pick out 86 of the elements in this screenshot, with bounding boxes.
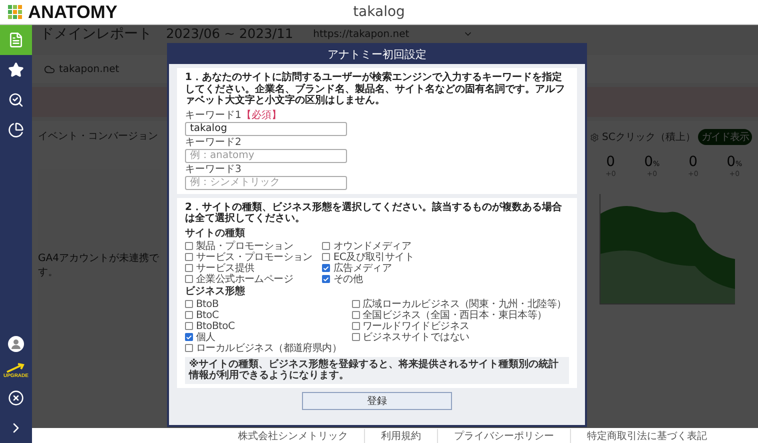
footer-link[interactable]: プライバシーポリシー: [437, 428, 570, 442]
group-title: サイトの種類: [185, 228, 246, 240]
checkbox[interactable]: [185, 311, 193, 319]
checkbox-option[interactable]: 製品・プロモーション: [185, 240, 312, 252]
option-label: 製品・プロモーション: [196, 240, 294, 252]
search-icon: [8, 92, 24, 108]
field-label: キーワード1【必須】: [185, 110, 282, 120]
checkbox[interactable]: [185, 242, 193, 250]
checkbox-option[interactable]: ローカルビジネス（都道府県内）: [185, 342, 342, 354]
close-icon[interactable]: [8, 390, 24, 406]
footer-link[interactable]: 特定商取引法に基づく表記: [570, 428, 723, 442]
option-label: ワールドワイドビジネス: [362, 320, 470, 332]
checkbox-option[interactable]: 個人: [185, 332, 342, 342]
checkbox-option[interactable]: ワールドワイドビジネス: [352, 320, 569, 332]
checkbox-option[interactable]: BtoB: [185, 298, 342, 310]
checkbox-option[interactable]: BtoC: [185, 310, 342, 320]
checkbox[interactable]: [352, 311, 360, 319]
checkbox-option[interactable]: BtoBtoC: [185, 320, 342, 332]
option-label: サービス・プロモーション: [196, 250, 312, 263]
checkbox-option[interactable]: EC及び取引サイト: [322, 252, 569, 262]
checkbox[interactable]: [185, 322, 193, 330]
document-icon: [8, 32, 24, 48]
checkbox[interactable]: [322, 242, 330, 250]
checkbox-option[interactable]: サービス・プロモーション: [185, 252, 312, 262]
logo-text: ANATOMY: [28, 2, 118, 22]
footer-link[interactable]: 利用規約: [364, 428, 437, 442]
keyword-field[interactable]: 例：シンメトリック: [185, 176, 347, 190]
option-label: 全国ビジネス（全国・西日本・東日本等）: [362, 309, 547, 321]
checkbox-option[interactable]: 企業公式ホームページ: [185, 274, 312, 284]
pie-chart-icon: [8, 122, 24, 138]
stat-value: 0: [688, 153, 698, 170]
keyword-field[interactable]: 例：anatomy: [185, 148, 347, 162]
date-range: 2023/06 ~ 2023/11: [166, 26, 294, 42]
info-note: ※サイトの種類、ビジネス形態を登録すると、将来提供されるサイト種類別の統計情報が利用できるようになります。: [185, 356, 569, 384]
checkbox[interactable]: [352, 333, 360, 341]
stat-value: 0: [606, 153, 616, 170]
option-label: 企業公式ホームページ: [196, 272, 294, 286]
site-name: takapon.net: [59, 64, 120, 74]
checkbox-option[interactable]: サービス提供: [185, 262, 312, 274]
checkbox[interactable]: [322, 264, 330, 272]
checkbox[interactable]: [185, 344, 193, 352]
keyword-field[interactable]: takalog: [185, 122, 347, 136]
option-label: 個人: [196, 331, 216, 344]
app-title: takalog: [353, 4, 405, 20]
register-button[interactable]: 登録: [302, 392, 452, 410]
checkbox-option[interactable]: 広告メディア: [322, 262, 569, 274]
field-label: キーワード2: [185, 136, 242, 148]
avatar-icon[interactable]: [8, 336, 24, 352]
checkbox[interactable]: [185, 253, 193, 261]
option-label: BtoB: [196, 298, 219, 310]
option-label: オウンドメディア: [333, 240, 412, 252]
option-label: EC及び取引サイト: [333, 251, 414, 263]
dialog-title: アナトミー初回設定: [169, 45, 585, 64]
option-label: サービス提供: [196, 262, 254, 274]
option-label: BtoC: [196, 310, 219, 320]
checkbox[interactable]: [322, 253, 330, 261]
group-title: ビジネス形態: [185, 286, 246, 298]
option-label: 広告メディア: [333, 262, 392, 274]
checkbox[interactable]: [185, 264, 193, 272]
checkbox[interactable]: [185, 275, 193, 283]
checkbox-option[interactable]: ビジネスサイトではない: [352, 332, 569, 342]
card-title: SCクリック（積上）: [602, 130, 696, 144]
option-label: ビジネスサイトではない: [362, 331, 470, 344]
checkbox-option[interactable]: 広域ローカルビジネス（関東・九州・北陸等）: [352, 298, 569, 310]
option-label: その他: [333, 273, 363, 286]
instruction-text: 2．サイトの種類、ビジネス形態を選択してください。該当するものが複数ある場合は全て選択してください。: [185, 202, 563, 224]
instruction-text: 1．あなたのサイトに訪問するユーザーが検索エンジンで入力するキーワードを指定してください。企業名、ブランド名、製品名、サイト名などの固有名詞です。アルファベット大文字と小文字の区別はしません。: [185, 72, 566, 106]
field-label: キーワード3: [185, 164, 242, 174]
checkbox[interactable]: [185, 333, 193, 341]
card-title: イベント・コンバージョン: [38, 130, 158, 143]
checkbox[interactable]: [322, 275, 330, 283]
arrow-icon: [6, 363, 26, 373]
logo-icon: [8, 4, 23, 20]
footer-link[interactable]: 株式会社シンメトリック: [222, 428, 364, 442]
star-icon: [8, 62, 24, 78]
checkbox[interactable]: [185, 300, 193, 308]
option-label: BtoBtoC: [196, 320, 235, 332]
checkbox[interactable]: [352, 300, 360, 308]
page-title: ドメインレポート: [40, 25, 152, 43]
checkbox-option[interactable]: オウンドメディア: [322, 240, 569, 252]
option-label: ローカルビジネス（都道府県内）: [196, 342, 342, 355]
empty-message: GA4アカウントが未連携です。: [38, 252, 160, 278]
option-label: 広域ローカルビジネス（関東・九州・北陸等）: [362, 298, 566, 310]
checkbox[interactable]: [352, 322, 360, 330]
checkbox-option[interactable]: その他: [322, 274, 569, 284]
checkbox-option[interactable]: 全国ビジネス（全国・西日本・東日本等）: [352, 310, 569, 320]
